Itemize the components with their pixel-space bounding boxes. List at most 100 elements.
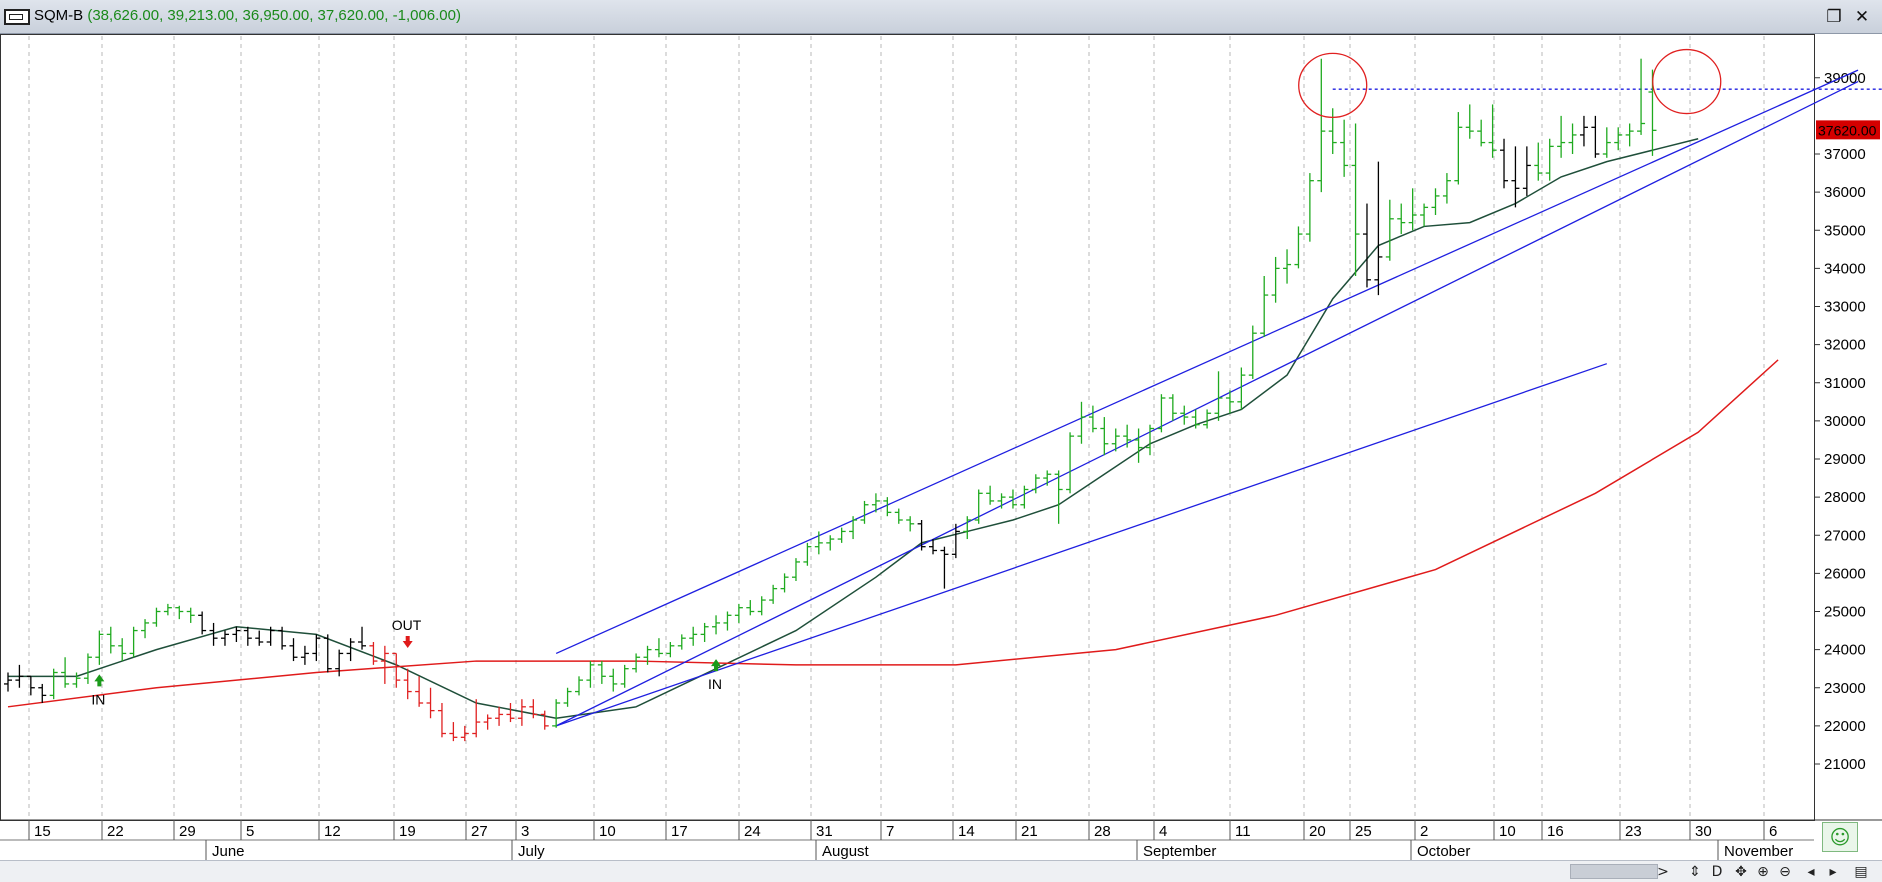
ohlc-bar: [1431, 188, 1440, 215]
x-month-label: September: [1143, 843, 1216, 860]
ohlc-bar: [472, 699, 481, 738]
ohlc-bar: [1374, 161, 1383, 296]
ohlc-bar: [1397, 203, 1406, 235]
close-icon[interactable]: ✕: [1850, 6, 1874, 28]
ohlc-bar: [1043, 470, 1052, 486]
ohlc-bar: [61, 657, 70, 688]
y-tick-label: 36000: [1824, 184, 1866, 201]
x-day-label: 14: [958, 823, 975, 840]
ohlc-bar: [666, 642, 675, 658]
ohlc-bar: [860, 500, 869, 524]
zoom-in-button[interactable]: ⊕: [1752, 862, 1774, 882]
y-tick-label: 27000: [1824, 527, 1866, 544]
symbol-label: SQM-B: [34, 7, 84, 24]
x-day-label: 6: [1769, 823, 1777, 840]
ohlc-bar: [1168, 394, 1177, 421]
ohlc-bar: [460, 725, 469, 742]
ohlc-bar: [654, 638, 663, 658]
ohlc-bar: [609, 668, 618, 692]
ohlc-bar: [483, 714, 492, 730]
ohlc-bar: [83, 653, 92, 684]
ohlc-bar: [963, 516, 972, 540]
ohlc-bar: [940, 546, 949, 589]
signal-label-out: OUT: [392, 617, 422, 633]
ohlc-bar: [1511, 146, 1520, 208]
ohlc-bar: [38, 683, 47, 703]
y-tick-label: 39000: [1824, 70, 1866, 87]
ohlc-bar: [392, 652, 401, 688]
y-tick-label: 29000: [1824, 451, 1866, 468]
restore-icon[interactable]: ❐: [1822, 6, 1846, 28]
ohlc-bar: [335, 649, 344, 677]
ohlc-bar: [4, 672, 12, 692]
trendline-channel-lower-2: [555, 80, 1859, 727]
x-day-label: 7: [886, 823, 894, 840]
period-button[interactable]: D: [1706, 862, 1728, 882]
pan-button[interactable]: ✥: [1730, 862, 1752, 882]
ohlc-bar: [563, 687, 572, 707]
ohlc-bar: [620, 664, 629, 688]
ohlc-bar: [586, 661, 595, 688]
ohlc-bar: [255, 630, 264, 646]
ohlc-bar: [1545, 138, 1554, 181]
y-tick-label: 25000: [1824, 604, 1866, 621]
scroll-left-button[interactable]: ◂: [1800, 862, 1822, 882]
x-day-label: 3: [521, 823, 529, 840]
ohlc-bar: [1100, 417, 1109, 456]
smiley-icon[interactable]: ☺: [1822, 822, 1858, 852]
x-day-label: 31: [816, 823, 833, 840]
ohlc-bar: [26, 675, 35, 696]
y-tick-label: 37000: [1824, 146, 1866, 163]
x-day-label: 10: [1499, 823, 1516, 840]
ohlc-bar: [1020, 485, 1029, 509]
ohlc-bar: [552, 699, 561, 728]
x-month-label: August: [822, 843, 870, 860]
ohlc-bar: [529, 699, 538, 719]
ohlc-bar: [1534, 142, 1543, 181]
zoom-out-button[interactable]: ⊖: [1774, 862, 1796, 882]
y-tick-label: 22000: [1824, 718, 1866, 735]
signal-label-in: IN: [91, 691, 105, 707]
layout-button[interactable]: ▤: [1850, 862, 1872, 882]
sell-arrow-icon: [402, 636, 413, 648]
peak-circle: [1652, 48, 1722, 115]
ohlc-bar: [1477, 119, 1486, 147]
y-tick-label: 26000: [1824, 565, 1866, 582]
horizontal-scroll-thumb[interactable]: [1570, 864, 1658, 879]
ohlc-bar: [1077, 401, 1086, 444]
x-month-label: November: [1724, 843, 1793, 860]
x-day-label: 27: [471, 823, 488, 840]
x-day-label: 15: [34, 823, 51, 840]
window-title-bar: SQM-B (38,626.00, 39,213.00, 36,950.00, …: [0, 0, 1882, 34]
ohlc-bar: [746, 600, 755, 616]
ohlc-bar: [449, 722, 458, 742]
ohlc-bar: [1579, 115, 1588, 147]
ohlc-bar: [780, 573, 789, 593]
x-day-label: 22: [107, 823, 124, 840]
ohlc-bar: [1180, 405, 1189, 425]
ohlc-bar: [1203, 409, 1212, 429]
auto-scale-button[interactable]: ⇕: [1684, 862, 1706, 882]
ohlc-bar: [826, 535, 835, 551]
ohlc-bar: [437, 703, 446, 738]
ohlc-bar: [175, 605, 184, 620]
ohlc-values: (38,626.00, 39,213.00, 36,950.00, 37,620…: [87, 7, 461, 24]
x-day-label: 30: [1695, 823, 1712, 840]
ohlc-bar: [1351, 123, 1360, 276]
x-day-label: 21: [1021, 823, 1038, 840]
window-title: SQM-B (38,626.00, 39,213.00, 36,950.00, …: [34, 7, 461, 24]
chart-window-icon: [4, 9, 30, 25]
buy-arrow-icon: [94, 674, 105, 687]
scroll-right-button[interactable]: >: [1652, 862, 1674, 882]
price-chart[interactable]: 15 22 29 5 12 19 27 3 10 17 24 31 7 14 21 28 4 11 20 25 2 10 1…: [0, 34, 1882, 860]
x-day-label: 19: [399, 823, 416, 840]
x-day-label: 24: [744, 823, 761, 840]
x-day-label: 29: [179, 823, 196, 840]
ohlc-bar: [1625, 123, 1634, 147]
scroll-right-small-button[interactable]: ▸: [1822, 862, 1844, 882]
ohlc-bar: [734, 603, 743, 623]
ohlc-bar: [757, 596, 766, 616]
y-tick-label: 30000: [1824, 413, 1866, 430]
ohlc-bar: [129, 626, 138, 658]
y-tick-label: 33000: [1824, 299, 1866, 316]
